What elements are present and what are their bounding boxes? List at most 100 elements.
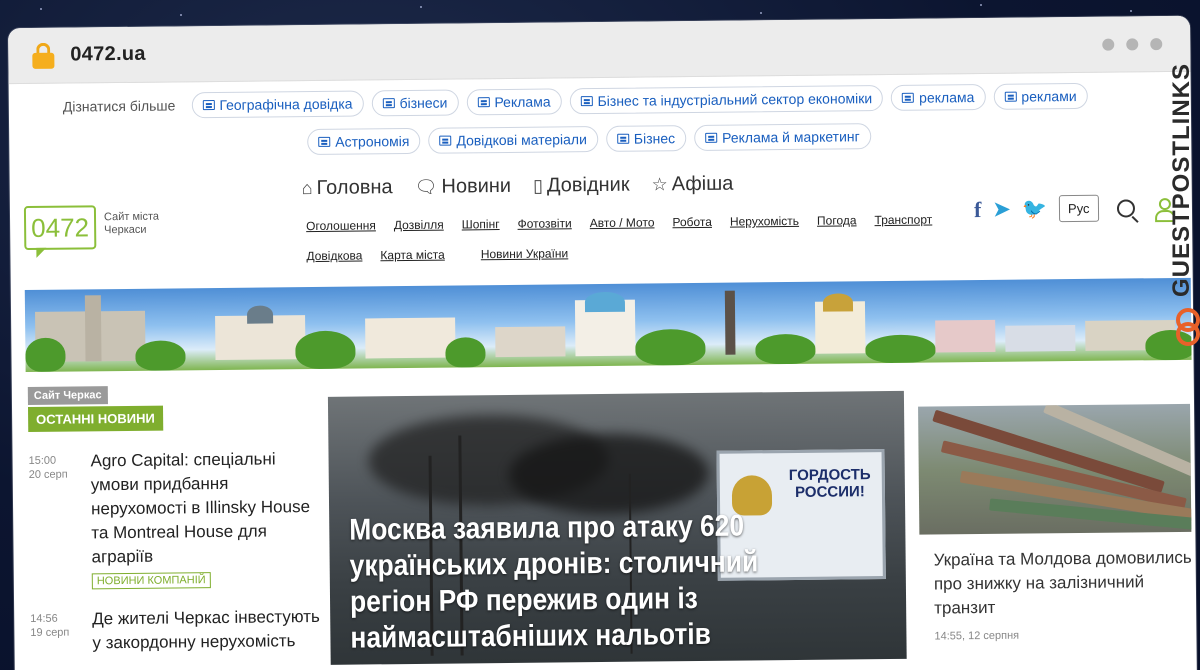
tags-row-2: Астрономія Довідкові матеріали Бізнес Ре… — [307, 123, 871, 156]
news-body: Де жителі Черкас інвестують у закордонну… — [92, 605, 320, 655]
side-news-card[interactable]: Україна та Молдова домовились про знижку… — [918, 403, 1193, 643]
side-news-time: 14:55, 12 серпня — [934, 629, 1020, 643]
news-timestamp: 14:56 19 серп — [30, 607, 92, 656]
star — [420, 6, 422, 8]
tags-row-1: Дізнатися більше Географічна довідка біз… — [62, 82, 1088, 120]
book-icon: ▯ — [532, 175, 544, 196]
news-category-badge[interactable]: НОВИНИ КОМПАНІЙ — [91, 572, 211, 590]
logo-tagline: Сайт міста Черкаси — [103, 210, 160, 237]
news-body: Agro Capital: спеціальні умови придбання… — [90, 447, 319, 590]
related-tags: Дізнатися більше Географічна довідка біз… — [9, 82, 1149, 156]
tag-label: Бізнес — [633, 130, 676, 147]
window-dot-icon[interactable] — [1150, 38, 1163, 51]
star — [40, 8, 42, 10]
ad-icon — [382, 98, 395, 109]
subnav-link[interactable]: Робота — [672, 215, 712, 229]
main-nav: ⌂ Головна 🗨 Новини ▯ Довідник ☆ Афіша — [302, 173, 734, 201]
tag-label: Бізнес та індустріальний сектор економік… — [597, 90, 873, 110]
ad-icon — [202, 100, 215, 111]
subnav-link[interactable]: Транспорт — [874, 213, 932, 228]
twitter-icon[interactable]: 🐦 — [1022, 196, 1047, 221]
ad-icon — [477, 97, 490, 108]
tag-label: Реклама й маркетинг — [721, 128, 860, 146]
subnav-link[interactable]: Шопінг — [462, 217, 500, 231]
news-title[interactable]: Де жителі Черкас інвестують у закордонну… — [92, 605, 320, 655]
ad-icon — [318, 136, 331, 147]
ad-icon — [705, 132, 718, 143]
watermark: GUESTPOSTLINKS — [1166, 60, 1200, 360]
site-header: 0472 Сайт міста Черкаси ⌂ Головна 🗨 Новини… — [10, 158, 1193, 280]
sub-nav: Оголошення Дозвілля Шопінг Фотозвіти Авт… — [306, 212, 946, 264]
nav-label: Афіша — [671, 172, 734, 196]
hero-title[interactable]: Москва заявила про атаку 620 українських… — [349, 508, 834, 657]
subnav-link[interactable]: Новини України — [481, 246, 569, 261]
ad-icon — [902, 92, 915, 103]
telegram-icon[interactable]: ➤ — [993, 197, 1010, 222]
tag-chip[interactable]: Реклама — [466, 88, 562, 116]
news-time: 15:00 — [28, 454, 57, 467]
tag-chip[interactable]: Географічна довідка — [191, 90, 364, 119]
nav-item-news[interactable]: 🗨 Новини — [414, 175, 511, 199]
tag-chip[interactable]: Астрономія — [307, 127, 421, 156]
tag-chip[interactable]: бізнеси — [371, 89, 459, 117]
tag-chip[interactable]: реклама — [890, 83, 986, 111]
subnav-link[interactable]: Карта міста — [380, 248, 445, 263]
tag-chip[interactable]: Реклама й маркетинг — [693, 123, 871, 152]
subnav-link[interactable]: Нерухомість — [730, 214, 799, 229]
star — [180, 14, 182, 16]
subnav-link[interactable]: Дозвілля — [394, 218, 444, 233]
nav-item-directory[interactable]: ▯ Довідник — [533, 174, 630, 198]
nav-item-home[interactable]: ⌂ Головна — [302, 176, 393, 200]
chain-link-icon — [1174, 308, 1200, 346]
subnav-link[interactable]: Довідкова — [306, 248, 362, 263]
hero-article[interactable]: ГОРДОСТЬ РОССИИ! Москва заявила про атак… — [327, 390, 907, 665]
home-icon: ⌂ — [301, 178, 313, 199]
nav-item-events[interactable]: ☆ Афіша — [651, 173, 733, 197]
learn-more-label: Дізнатися більше — [62, 97, 176, 115]
news-title[interactable]: Agro Capital: спеціальні умови придбання… — [90, 447, 319, 569]
tag-chip[interactable]: реклами — [993, 82, 1088, 110]
railway-photo — [918, 403, 1192, 535]
subnav-link[interactable]: Погода — [817, 213, 857, 227]
language-switch[interactable]: Рус — [1058, 194, 1099, 223]
ad-icon — [616, 133, 629, 144]
star — [760, 12, 762, 14]
tag-label: Реклама — [494, 93, 551, 111]
site-logo[interactable]: 0472 Сайт міста Черкаси — [23, 204, 174, 251]
news-date: 20 серп — [28, 468, 68, 481]
side-news-title[interactable]: Україна та Молдова домовились про знижку… — [920, 546, 1193, 621]
star — [1130, 10, 1132, 12]
nav-label: Головна — [316, 176, 393, 199]
tag-label: бізнеси — [399, 94, 448, 112]
latest-news-sidebar: Сайт Черкас ОСТАННІ НОВИНИ 15:00 20 серп… — [27, 383, 321, 656]
subnav-link[interactable]: Фотозвіти — [517, 216, 571, 231]
tag-label: Астрономія — [335, 132, 410, 150]
facebook-icon[interactable]: f — [974, 197, 982, 223]
nav-label: Новини — [441, 174, 512, 198]
window-dot-icon[interactable] — [1126, 38, 1139, 51]
billboard-text: ГОРДОСТЬ РОССИИ! — [788, 466, 871, 501]
list-item[interactable]: 15:00 20 серп Agro Capital: спеціальні у… — [28, 447, 319, 590]
list-item[interactable]: 14:56 19 серп Де жителі Черкас інвестуют… — [30, 605, 320, 656]
subnav-link[interactable]: Оголошення — [306, 218, 376, 233]
subnav-link[interactable]: Авто / Мото — [590, 215, 655, 230]
tag-label: Довідкові матеріали — [456, 131, 587, 149]
breadcrumb[interactable]: Сайт Черкас — [27, 386, 108, 406]
search-icon[interactable] — [1116, 198, 1135, 218]
address-bar[interactable]: 0472.ua — [8, 15, 1191, 85]
star-icon: ☆ — [651, 174, 668, 195]
tag-chip[interactable]: Бізнес — [605, 125, 687, 152]
ad-icon — [439, 135, 452, 146]
ad-icon — [1004, 91, 1017, 102]
tag-chip[interactable]: Бізнес та індустріальний сектор економік… — [569, 85, 884, 115]
url-text[interactable]: 0472.ua — [70, 43, 146, 67]
tag-label: реклама — [919, 89, 975, 106]
city-panorama-banner — [24, 277, 1192, 373]
header-tools: f ➤ 🐦 Рус — [974, 194, 1171, 223]
news-date: 19 серп — [30, 626, 70, 639]
window-dot-icon[interactable] — [1102, 38, 1115, 51]
window-controls — [1102, 38, 1163, 51]
lock-icon — [32, 42, 55, 69]
tag-chip[interactable]: Довідкові матеріали — [428, 126, 598, 154]
ad-icon — [580, 96, 593, 107]
